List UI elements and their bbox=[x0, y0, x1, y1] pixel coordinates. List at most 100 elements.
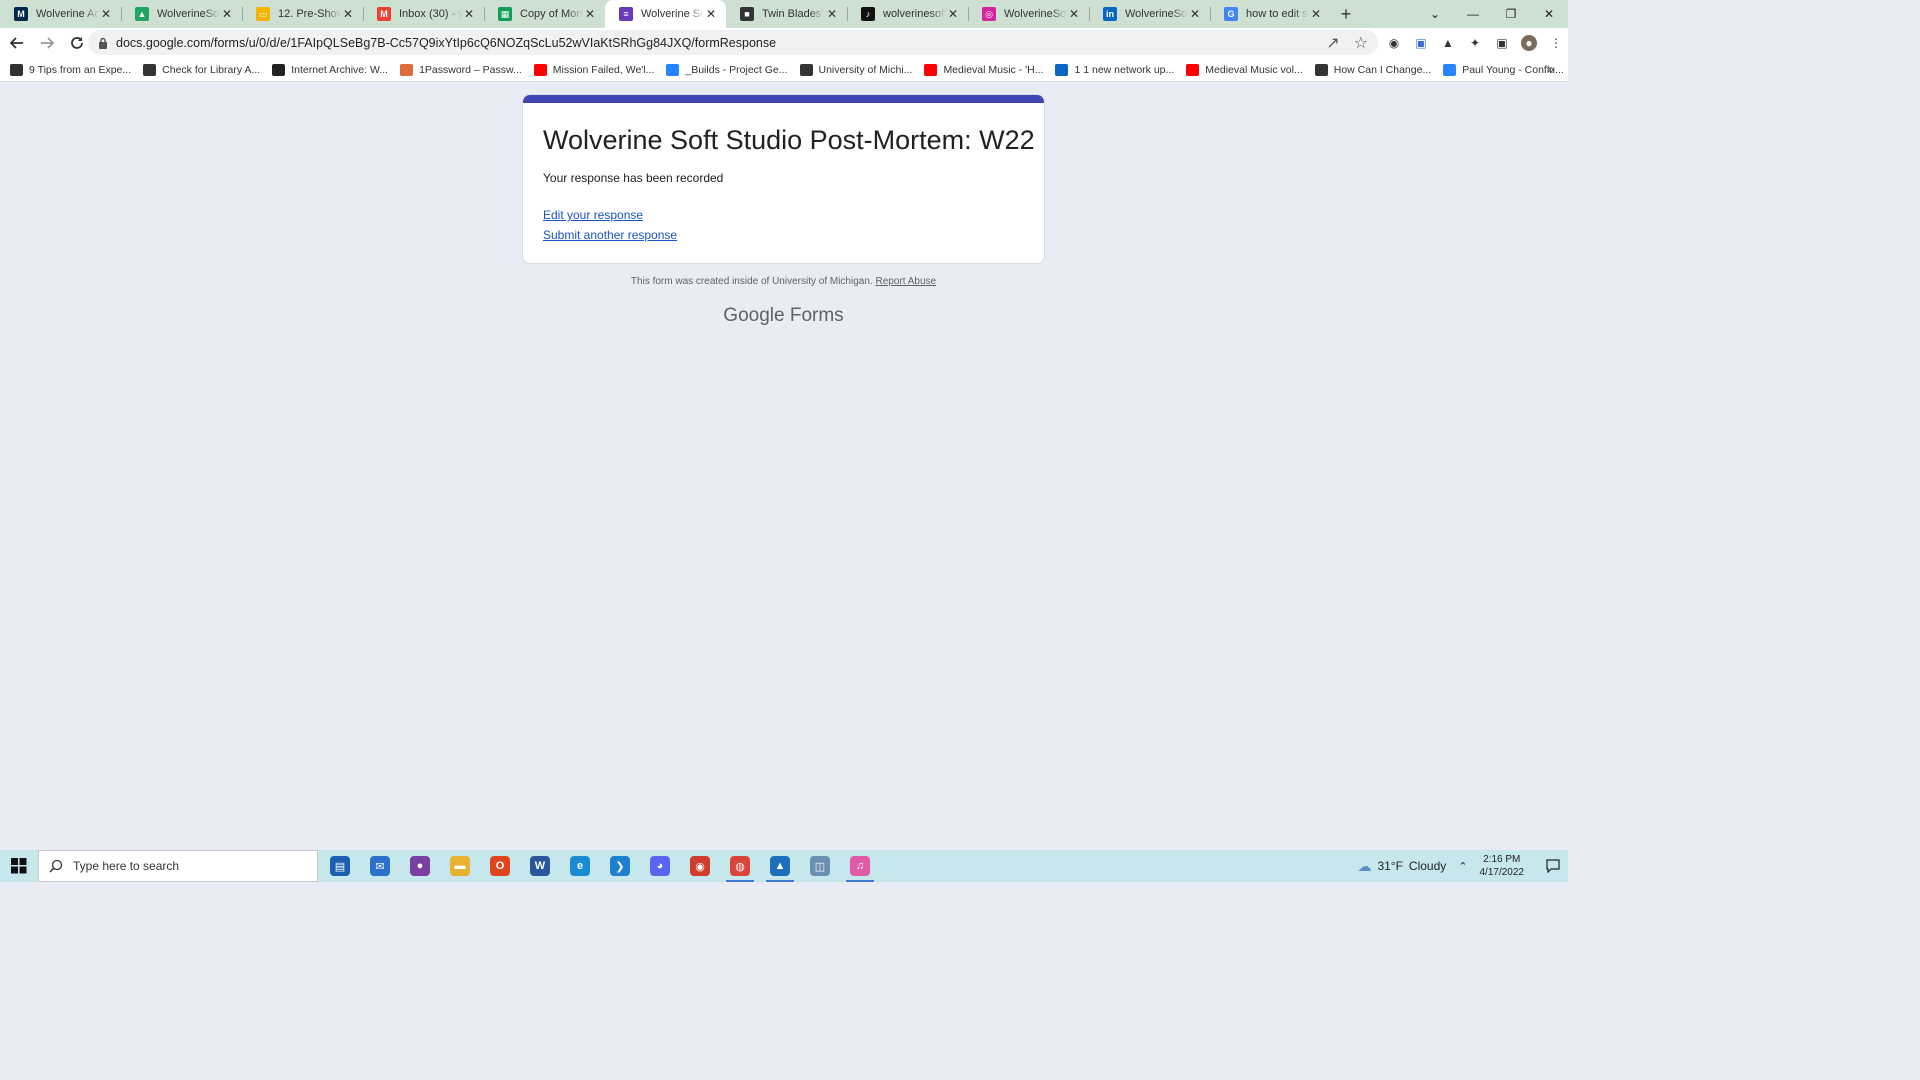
browser-tab[interactable]: in WolverineSoft:✕ bbox=[1089, 0, 1210, 28]
tiktok-icon: ♪ bbox=[861, 7, 875, 21]
tab-close-icon[interactable]: ✕ bbox=[341, 7, 355, 21]
taskbar-app[interactable]: ✉ bbox=[360, 850, 400, 882]
taskbar-app[interactable]: ♫ bbox=[840, 850, 880, 882]
notification-bubble-icon bbox=[1546, 859, 1560, 873]
bookmark-item[interactable]: Check for Library A... bbox=[143, 63, 260, 76]
taskbar-app[interactable]: W bbox=[520, 850, 560, 882]
taskbar-app[interactable]: ▲ bbox=[760, 850, 800, 882]
wikipedia-icon bbox=[1314, 63, 1328, 76]
side-panel-icon[interactable]: ▣ bbox=[1494, 35, 1510, 51]
bookmark-item[interactable]: Internet Archive: W... bbox=[272, 63, 388, 76]
tab-close-icon[interactable]: ✕ bbox=[1067, 7, 1081, 21]
browser-tab[interactable]: ■ Twin Blades' Ve✕ bbox=[726, 0, 847, 28]
notifications-icon[interactable] bbox=[1538, 859, 1568, 873]
google-wordmark: Google bbox=[723, 305, 785, 326]
bookmark-label: _Builds - Project Ge... bbox=[685, 63, 788, 76]
more-bookmarks-icon[interactable]: » bbox=[1547, 62, 1554, 76]
report-abuse-link[interactable]: Report Abuse bbox=[875, 276, 936, 287]
bookmark-label: Mission Failed, We'l... bbox=[552, 63, 655, 76]
bookmark-item[interactable]: Mission Failed, We'l... bbox=[533, 63, 655, 76]
tab-close-icon[interactable]: ✕ bbox=[99, 7, 113, 21]
taskbar-app[interactable]: ◉ bbox=[680, 850, 720, 882]
bookmark-item[interactable]: _Builds - Project Ge... bbox=[666, 63, 788, 76]
extensions-area: ◉ ▣ ▲ ✦ ▣ ● ⋮ bbox=[1386, 28, 1564, 58]
browser-tab[interactable]: M Wolverine Acce✕ bbox=[0, 0, 121, 28]
word-icon: W bbox=[530, 856, 550, 876]
new-tab-button[interactable]: + bbox=[1331, 0, 1361, 28]
taskbar-app[interactable]: ● bbox=[400, 850, 440, 882]
tab-close-icon[interactable]: ✕ bbox=[825, 7, 839, 21]
taskbar-app[interactable]: ◍ bbox=[720, 850, 760, 882]
submit-another-link[interactable]: Submit another response bbox=[543, 228, 677, 242]
taskbar-app[interactable]: O bbox=[480, 850, 520, 882]
tab-close-icon[interactable]: ✕ bbox=[583, 7, 597, 21]
bookmark-item[interactable]: How Can I Change... bbox=[1314, 63, 1431, 76]
share-icon[interactable]: ↗ bbox=[1326, 33, 1339, 53]
tab-search-icon[interactable]: ⌄ bbox=[1416, 0, 1454, 28]
office-icon: O bbox=[490, 856, 510, 876]
google-icon: G bbox=[1224, 7, 1238, 21]
taskbar-app[interactable]: ◕ bbox=[640, 850, 680, 882]
tab-title: Copy of Monte bbox=[520, 8, 583, 20]
bookmark-item[interactable]: Medieval Music - 'H... bbox=[924, 63, 1043, 76]
browser-menu-icon[interactable]: ⋮ bbox=[1548, 35, 1564, 51]
address-bar[interactable]: docs.google.com/forms/u/0/d/e/1FAIpQLSeB… bbox=[88, 30, 1378, 55]
weather-widget[interactable]: ☁ 31°F Cloudy bbox=[1357, 858, 1446, 875]
bookmark-item[interactable]: 9 Tips from an Expe... bbox=[10, 63, 131, 76]
tab-close-icon[interactable]: ✕ bbox=[1309, 7, 1323, 21]
globe-icon bbox=[10, 63, 23, 76]
arrow-extension-icon[interactable]: ▲ bbox=[1440, 35, 1456, 51]
forward-button[interactable] bbox=[34, 30, 60, 56]
browser-tab[interactable]: ▭ 12. Pre-Showca✕ bbox=[242, 0, 363, 28]
browser-tab[interactable]: ◎ WolverineSoft (✕ bbox=[968, 0, 1089, 28]
bookmark-item[interactable]: 1Password – Passw... bbox=[400, 63, 522, 76]
youtube-icon bbox=[924, 63, 938, 76]
browser-tab[interactable]: ▲ WolverineSoft -✕ bbox=[121, 0, 242, 28]
tab-title: WolverineSoft - bbox=[157, 8, 220, 20]
browser-tab[interactable]: ≡ Wolverine Soft✕ bbox=[605, 0, 726, 28]
cloud-icon: ☁ bbox=[1357, 857, 1372, 874]
browser-tab[interactable]: Ghow to edit soc✕ bbox=[1210, 0, 1331, 28]
browser-tab[interactable]: ♪ wolverinesoft (✕ bbox=[847, 0, 968, 28]
tab-title: 12. Pre-Showca bbox=[278, 8, 341, 20]
taskbar-app[interactable]: ▬ bbox=[440, 850, 480, 882]
github-desktop-icon: ● bbox=[410, 856, 430, 876]
reload-button[interactable] bbox=[64, 30, 90, 56]
weather-temp: 31°F bbox=[1377, 859, 1403, 873]
google-forms-logo[interactable]: Google Forms bbox=[522, 305, 1045, 327]
browser-tab[interactable]: M Inbox (30) - you✕ bbox=[363, 0, 484, 28]
pinned-apps: ▤ ✉ ● ▬ O We ❯ ◕ ◉ ◍ ▲ ◫ ♫ bbox=[320, 850, 880, 882]
minimize-button[interactable]: — bbox=[1454, 0, 1492, 28]
chevron-up-icon[interactable]: ⌃ bbox=[1458, 860, 1467, 873]
taskbar-app[interactable]: ❯ bbox=[600, 850, 640, 882]
bookmark-item[interactable]: University of Michi... bbox=[799, 63, 912, 76]
bookmark-item[interactable]: Paul Young - Conflu... bbox=[1443, 63, 1564, 76]
tab-close-icon[interactable]: ✕ bbox=[946, 7, 960, 21]
tab-title: Inbox (30) - you bbox=[399, 8, 462, 20]
taskbar-app[interactable]: ▤ bbox=[320, 850, 360, 882]
url-text: docs.google.com/forms/u/0/d/e/1FAIpQLSeB… bbox=[116, 35, 777, 50]
browser-tab[interactable]: ▦ Copy of Monte✕ bbox=[484, 0, 605, 28]
tab-close-icon[interactable]: ✕ bbox=[1188, 7, 1202, 21]
onepassword-extension-icon[interactable]: ◉ bbox=[1386, 35, 1402, 51]
bookmark-item[interactable]: Medieval Music vol... bbox=[1186, 63, 1303, 76]
edge-icon: e bbox=[570, 856, 590, 876]
edit-response-link[interactable]: Edit your response bbox=[543, 208, 643, 222]
bookmark-item[interactable]: 1 1 new network up... bbox=[1055, 63, 1174, 76]
clock[interactable]: 2:16 PM 4/17/2022 bbox=[1480, 853, 1525, 879]
tab-close-icon[interactable]: ✕ bbox=[704, 7, 718, 21]
tab-close-icon[interactable]: ✕ bbox=[462, 7, 476, 21]
start-button[interactable] bbox=[0, 850, 38, 882]
bookmark-star-icon[interactable]: ☆ bbox=[1354, 33, 1368, 53]
screen-capture-extension-icon[interactable]: ▣ bbox=[1413, 35, 1429, 51]
taskbar-app[interactable]: ◫ bbox=[800, 850, 840, 882]
taskbar-app[interactable]: e bbox=[560, 850, 600, 882]
tab-close-icon[interactable]: ✕ bbox=[220, 7, 234, 21]
close-window-button[interactable]: ✕ bbox=[1530, 0, 1568, 28]
taskbar-search-box[interactable]: Type here to search bbox=[38, 850, 318, 882]
tab-title: Twin Blades' Ve bbox=[762, 8, 825, 20]
profile-avatar[interactable]: ● bbox=[1521, 35, 1537, 51]
back-button[interactable] bbox=[4, 30, 30, 56]
restore-button[interactable]: ❐ bbox=[1492, 0, 1530, 28]
puzzle-extensions-icon[interactable]: ✦ bbox=[1467, 35, 1483, 51]
